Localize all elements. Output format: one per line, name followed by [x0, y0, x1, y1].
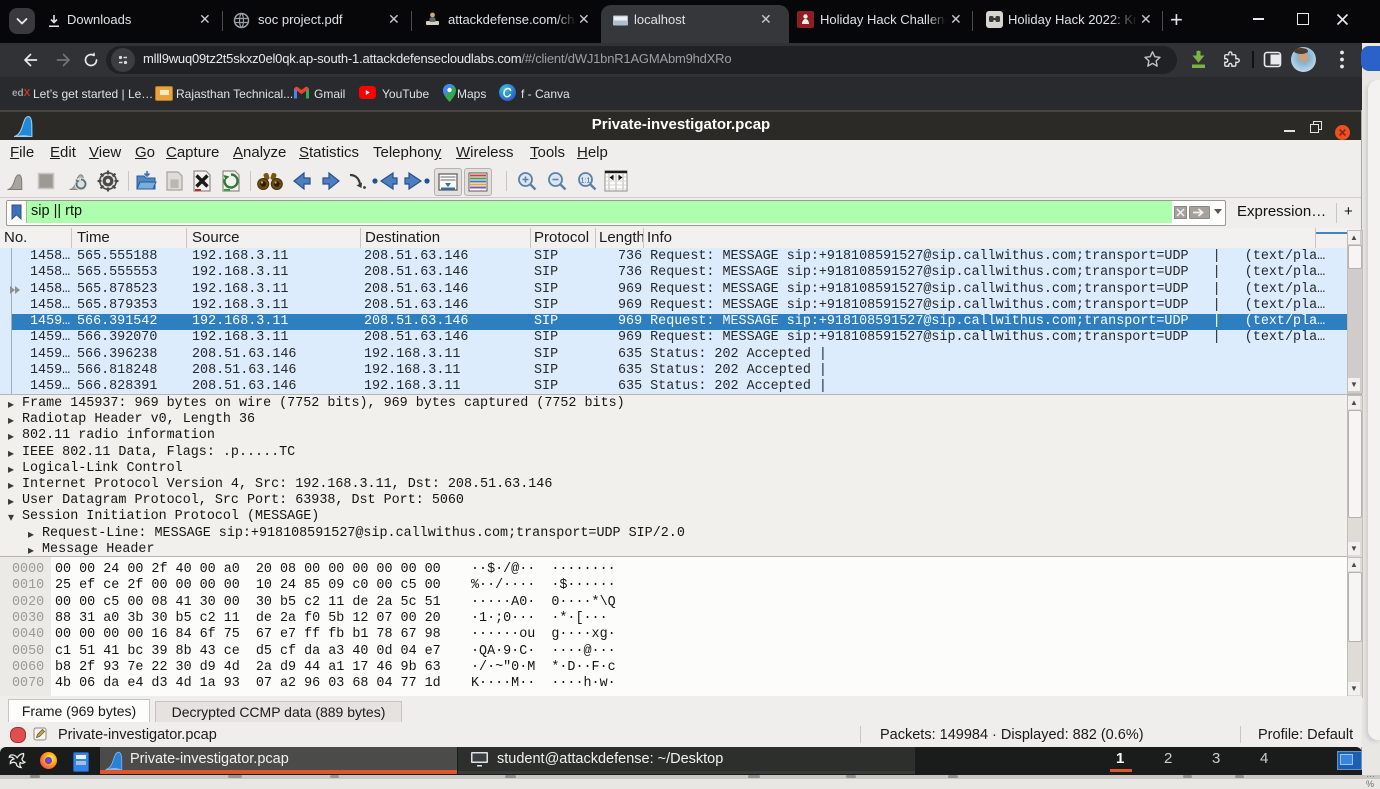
svg-text:1:1: 1:1 [581, 178, 591, 185]
